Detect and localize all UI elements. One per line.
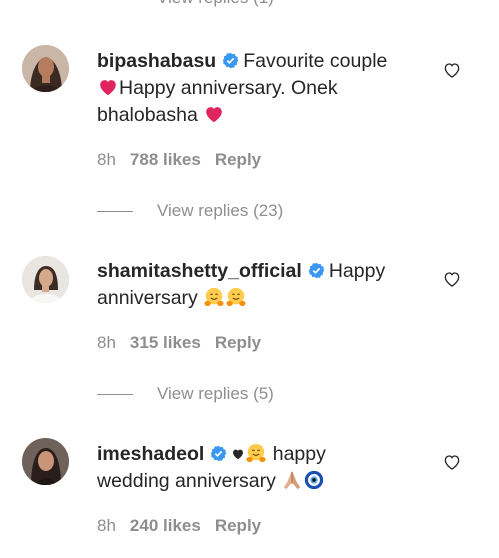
- likes-count[interactable]: 315 likes: [130, 333, 201, 352]
- like-heart-icon[interactable]: [442, 269, 462, 289]
- comment-text: wedding anniversary: [97, 470, 276, 492]
- hugging-face-emoji: [246, 443, 266, 462]
- view-replies-label: View replies (1): [157, 0, 274, 8]
- comment-text: Happy anniversary. Onek: [119, 77, 338, 99]
- avatar-image-icon: [22, 45, 69, 92]
- verified-badge-icon: [222, 52, 239, 69]
- likes-count[interactable]: 240 likes: [130, 516, 201, 535]
- black-heart-emoji: [233, 449, 244, 460]
- timestamp: 8h: [97, 516, 116, 535]
- folded-hands-emoji: [284, 471, 301, 490]
- nazar-amulet-emoji: [305, 470, 324, 490]
- like-heart-icon[interactable]: [442, 60, 462, 80]
- likes-count[interactable]: 788 likes: [130, 150, 201, 169]
- username[interactable]: imeshadeol: [97, 443, 204, 465]
- like-heart-icon[interactable]: [442, 452, 462, 472]
- comment-meta: 8h 788 likes Reply: [97, 150, 261, 170]
- view-replies-button[interactable]: View replies (23): [97, 200, 397, 224]
- avatar[interactable]: [22, 45, 69, 92]
- view-replies-label: View replies (5): [157, 384, 274, 403]
- timestamp: 8h: [97, 333, 116, 352]
- view-replies-button[interactable]: View replies (5): [97, 383, 397, 407]
- reply-button[interactable]: Reply: [215, 516, 261, 535]
- timestamp: 8h: [97, 150, 116, 169]
- hugging-face-emoji: [204, 287, 224, 306]
- avatar-image-icon: [22, 256, 69, 303]
- divider-line: [97, 211, 133, 212]
- avatar[interactable]: [22, 256, 69, 303]
- comment-text: bhalobasha: [97, 104, 198, 126]
- username[interactable]: bipashabasu: [97, 50, 216, 72]
- red-heart-emoji: [206, 107, 223, 123]
- comment-text: Happy: [328, 260, 386, 282]
- comment-body: bipashabasu Favourite couple Happy annive…: [97, 48, 417, 129]
- verified-badge-icon: [211, 445, 227, 462]
- avatar-image-icon: [22, 438, 69, 485]
- comment-meta: 8h 315 likes Reply: [97, 333, 261, 353]
- hugging-face-emoji: [226, 287, 246, 306]
- divider-line: [97, 394, 133, 395]
- reply-button[interactable]: Reply: [215, 150, 261, 169]
- red-heart-emoji: [100, 80, 116, 96]
- avatar[interactable]: [22, 438, 69, 485]
- username[interactable]: shamitashetty_official: [97, 260, 302, 282]
- comment-meta: 8h 240 likes Reply: [97, 516, 261, 536]
- comment-text: Favourite couple: [243, 50, 388, 72]
- view-replies-label: View replies (23): [157, 201, 284, 220]
- view-replies-top[interactable]: View replies (1): [97, 0, 397, 8]
- comment-text: anniversary: [97, 287, 198, 309]
- comment-text: happy: [272, 443, 326, 465]
- comment-body: imeshadeol happy wedding anniversary: [97, 441, 417, 495]
- comment-body: shamitashetty_official Happy anniversary: [97, 258, 417, 312]
- reply-button[interactable]: Reply: [215, 333, 261, 352]
- verified-badge-icon: [308, 262, 325, 279]
